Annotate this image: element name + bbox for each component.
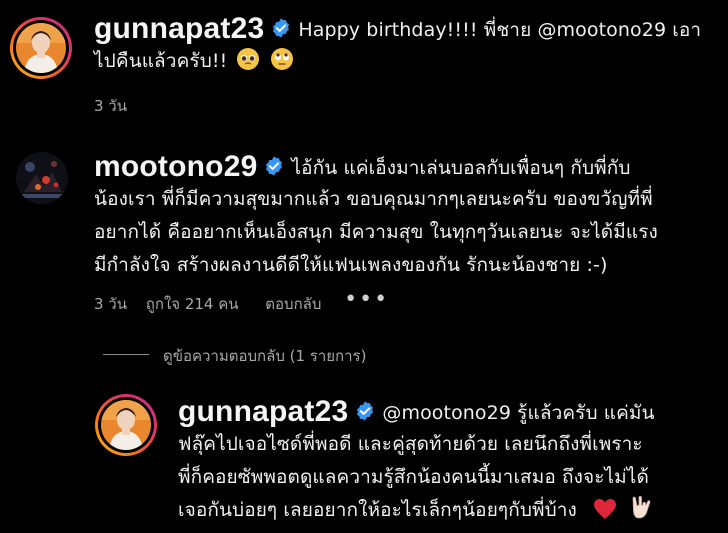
comment-line: gunnapat23 @mootono29 รู้แล้วครับ แค่มัน	[178, 395, 723, 430]
comment-meta: 3 วัน	[94, 94, 141, 118]
reply-comment-gunnapat23: gunnapat23 @mootono29 รู้แล้วครับ แค่มัน …	[178, 395, 723, 527]
username[interactable]: mootono29	[94, 150, 257, 183]
comment-text-line-4: มีกำลังใจ สร้างผลงานดีดีให้แฟนเพลงของกัน…	[94, 254, 608, 276]
username[interactable]: gunnapat23	[178, 395, 348, 428]
comment-text-line-4: เจอกันบ่อยๆ เลยอยากให้อะไรเล็กๆน้อยๆกับพ…	[178, 499, 577, 521]
avatar-gunnapat23[interactable]	[10, 17, 72, 79]
comment-text-line-1: ไอ้กัน แค่เอ็งมาเล่นบอลกับเพื่อนๆ กับพี่…	[291, 157, 631, 179]
comment-time: 3 วัน	[94, 97, 127, 115]
more-options-icon[interactable]: •••	[344, 287, 389, 312]
comment-text-line-2: ฟลุ๊คไปเจอไซด์พี่พอดี และคู่สุดท้ายด้วย …	[178, 433, 643, 455]
avatar-gunnapat23-reply[interactable]	[95, 394, 157, 456]
avatar-mootono29[interactable]	[16, 152, 68, 204]
comment-text-line-2: ไปคืนแล้วครับ!!	[94, 50, 228, 72]
pleading-face-icon	[237, 48, 260, 70]
comment-text-line-3: พี่ก็คอยซัพพอตดูแลความรู้สึกน้องคนนี้มาเ…	[178, 466, 649, 488]
verified-badge-icon	[357, 401, 374, 421]
comment-line: เจอกันบ่อยๆ เลยอยากให้อะไรเล็กๆน้อยๆกับพ…	[178, 494, 723, 527]
profile-photo	[101, 400, 151, 450]
comments-thread: gunnapat23 Happy birthday!!!! พี่ชาย @moo…	[0, 0, 728, 533]
likes-count-link[interactable]: ถูกใจ 214 คน	[146, 295, 239, 313]
profile-photo	[16, 152, 68, 204]
replies-divider	[103, 354, 149, 355]
view-replies-button[interactable]: ดูข้อความตอบกลับ (1 รายการ)	[163, 344, 366, 368]
comment-text-line-1: @mootono29 รู้แล้วครับ แค่มัน	[382, 402, 655, 424]
comment-text-line-3: อยากได้ คืออยากเห็นเอ็งสนุก มีความสุข ใน…	[94, 221, 658, 243]
comment-line: ไปคืนแล้วครับ!!	[94, 45, 714, 78]
comment-gunnapat23: gunnapat23 Happy birthday!!!! พี่ชาย @moo…	[94, 12, 714, 78]
love-you-gesture-icon	[632, 495, 651, 519]
username[interactable]: gunnapat23	[94, 12, 264, 45]
rolling-eyes-face-icon	[270, 48, 293, 70]
verified-badge-icon	[266, 156, 283, 176]
verified-badge-icon	[273, 18, 290, 38]
comment-line: gunnapat23 Happy birthday!!!! พี่ชาย @moo…	[94, 12, 714, 47]
comment-time: 3 วัน	[94, 295, 127, 313]
profile-photo	[16, 23, 66, 73]
red-heart-icon	[594, 499, 617, 519]
reply-button[interactable]: ตอบกลับ	[265, 295, 321, 313]
comment-text-line-2: น้องเรา พี่ก็มีความสุขมากแล้ว ขอบคุณมากๆ…	[94, 188, 653, 210]
comment-meta: 3 วัน ถูกใจ 214 คน ตอบกลับ •••	[94, 287, 403, 316]
comment-mootono29: mootono29 ไอ้กัน แค่เอ็งมาเล่นบอลกับเพื่อ…	[94, 150, 724, 282]
comment-line: mootono29 ไอ้กัน แค่เอ็งมาเล่นบอลกับเพื่อ…	[94, 150, 724, 185]
comment-text-line-1: Happy birthday!!!! พี่ชาย @mootono29 เอา	[298, 19, 702, 41]
